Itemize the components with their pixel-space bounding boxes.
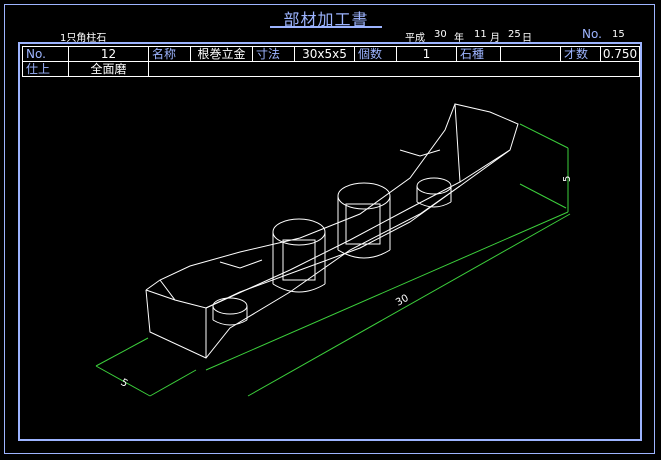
dimension-height-label: 5 xyxy=(562,176,573,182)
dimension-length-label: 30 xyxy=(394,293,410,309)
dimension-lines xyxy=(95,123,571,397)
stone-wireframe xyxy=(145,103,519,359)
isometric-drawing: 30 5 5 xyxy=(95,103,573,397)
